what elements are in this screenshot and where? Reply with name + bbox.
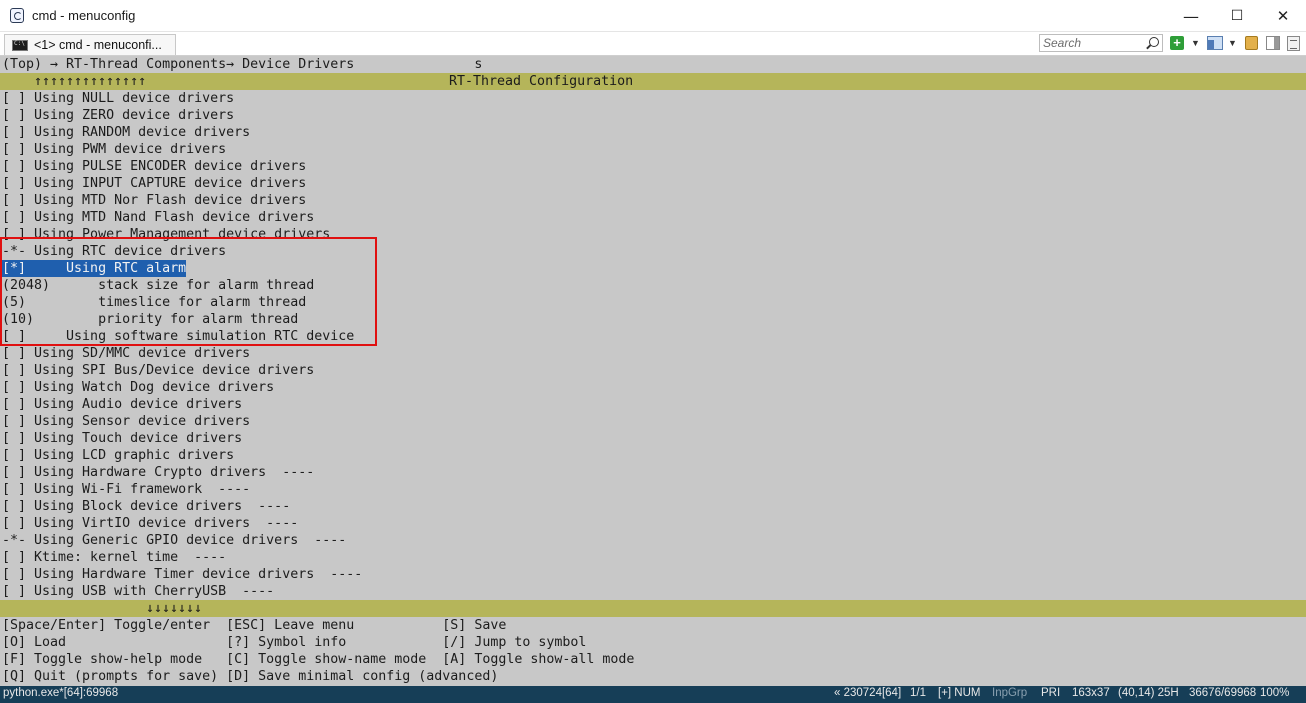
menu-item[interactable]: [ ] Using MTD Nand Flash device drivers — [2, 209, 314, 226]
window-title: cmd - menuconfig — [32, 8, 136, 23]
status-bar: python.exe*[64]:69968 « 230724[64] 1/1 [… — [0, 686, 1306, 703]
menu-item[interactable]: [ ] Using software simulation RTC device — [2, 328, 354, 345]
menu-item[interactable]: [ ] Using Wi-Fi framework ---- — [2, 481, 250, 498]
menu-item[interactable]: (5) timeslice for alarm thread — [2, 294, 306, 311]
menu-item[interactable]: (10) priority for alarm thread — [2, 311, 298, 328]
help-line: [Q] Quit (prompts for save) [D] Save min… — [2, 669, 499, 684]
menu-icon[interactable] — [1287, 36, 1300, 51]
menu-item[interactable]: [ ] Using MTD Nor Flash device drivers — [2, 192, 306, 209]
menu-item[interactable]: [ ] Using SPI Bus/Device device drivers — [2, 362, 314, 379]
menu-item[interactable]: -*- Using RTC device drivers — [2, 243, 226, 260]
split-pane-icon[interactable] — [1207, 36, 1223, 50]
priority[interactable]: PRI — [1041, 687, 1060, 699]
menu-item[interactable]: [ ] Using USB with CherryUSB ---- — [2, 583, 274, 600]
tab-cmd-menuconfig[interactable]: <1> cmd - menuconfi... — [4, 34, 176, 55]
input-group[interactable]: InpGrp — [992, 687, 1027, 699]
menu-item[interactable]: [ ] Using Watch Dog device drivers — [2, 379, 274, 396]
split-dropdown-icon[interactable]: ▼ — [1228, 38, 1237, 48]
menu-item[interactable]: (2048) stack size for alarm thread — [2, 277, 314, 294]
console-icon — [12, 40, 28, 51]
menu-item[interactable]: [ ] Using PULSE ENCODER device drivers — [2, 158, 306, 175]
menu-item[interactable]: [ ] Using Hardware Timer device drivers … — [2, 566, 362, 583]
menu-item[interactable]: [ ] Using PWM device drivers — [2, 141, 226, 158]
cursor-position[interactable]: (40,14) 25H — [1118, 687, 1179, 699]
menu-item[interactable]: [ ] Ktime: kernel time ---- — [2, 549, 226, 566]
tab-label: <1> cmd - menuconfi... — [34, 38, 162, 52]
title-bar: cmd - menuconfig — ☐ ✕ — [0, 0, 1306, 32]
scroll-down-arrows: ↓↓↓↓↓↓↓ — [146, 601, 203, 616]
search-placeholder: Search — [1043, 36, 1082, 50]
menu-item[interactable]: [ ] Using Audio device drivers — [2, 396, 242, 413]
close-button[interactable]: ✕ — [1260, 0, 1306, 32]
help-line: [O] Load [?] Symbol info [/] Jump to sym… — [2, 635, 587, 650]
menu-item[interactable]: [ ] Using LCD graphic drivers — [2, 447, 234, 464]
breadcrumb: (Top) → RT-Thread Components→ Device Dri… — [2, 57, 483, 72]
process-status: python.exe*[64]:69968 — [3, 687, 119, 699]
menu-item[interactable]: [ ] Using Power Management device driver… — [2, 226, 330, 243]
conemu-app-icon — [10, 8, 24, 23]
menu-item[interactable]: [ ] Using NULL device drivers — [2, 90, 234, 107]
lock-icon[interactable] — [1245, 36, 1258, 50]
maximize-button[interactable]: ☐ — [1214, 0, 1260, 32]
new-console-icon[interactable]: + — [1170, 36, 1184, 50]
menu-item[interactable]: [ ] Using INPUT CAPTURE device drivers — [2, 175, 306, 192]
menu-item[interactable]: [ ] Using RANDOM device drivers — [2, 124, 250, 141]
zoom-level[interactable]: 100% — [1260, 687, 1289, 699]
menu-item[interactable]: [ ] Using Sensor device drivers — [2, 413, 250, 430]
keyboard-mode[interactable]: [+] NUM — [938, 687, 981, 699]
menu-item[interactable]: [ ] Using Hardware Crypto drivers ---- — [2, 464, 314, 481]
layout-icon[interactable] — [1266, 36, 1280, 50]
search-icon[interactable] — [1149, 37, 1159, 47]
menu-item[interactable]: [ ] Using SD/MMC device drivers — [2, 345, 250, 362]
menu-item[interactable]: -*- Using Generic GPIO device drivers --… — [2, 532, 346, 549]
terminal[interactable]: (Top) → RT-Thread Components→ Device Dri… — [0, 56, 1306, 686]
history-position[interactable]: « 230724[64] — [834, 687, 901, 699]
console-size[interactable]: 163x37 — [1072, 687, 1110, 699]
menu-item[interactable]: [ ] Using VirtIO device drivers ---- — [2, 515, 298, 532]
console-page[interactable]: 1/1 — [910, 687, 926, 699]
menu-item[interactable]: [ ] Using ZERO device drivers — [2, 107, 234, 124]
header-title: RT-Thread Configuration — [449, 74, 634, 89]
new-console-dropdown-icon[interactable]: ▼ — [1191, 38, 1200, 48]
help-line: [Space/Enter] Toggle/enter [ESC] Leave m… — [2, 618, 507, 633]
scroll-up-arrows: ↑↑↑↑↑↑↑↑↑↑↑↑↑↑ — [34, 74, 147, 89]
buffer-info[interactable]: 36676/69968 — [1189, 687, 1256, 699]
search-input[interactable]: Search — [1039, 34, 1163, 52]
minimize-button[interactable]: — — [1168, 0, 1214, 32]
header-bar: ↑↑↑↑↑↑↑↑↑↑↑↑↑↑ RT-Thread Configuration — [0, 73, 1306, 90]
menu-item[interactable]: [ ] Using Touch device drivers — [2, 430, 242, 447]
footer-bar: ↓↓↓↓↓↓↓ — [0, 600, 1306, 617]
help-line: [F] Toggle show-help mode [C] Toggle sho… — [2, 652, 635, 667]
menu-item[interactable]: [ ] Using Block device drivers ---- — [2, 498, 290, 515]
menu-item-selected[interactable]: [*] Using RTC alarm — [2, 260, 187, 277]
